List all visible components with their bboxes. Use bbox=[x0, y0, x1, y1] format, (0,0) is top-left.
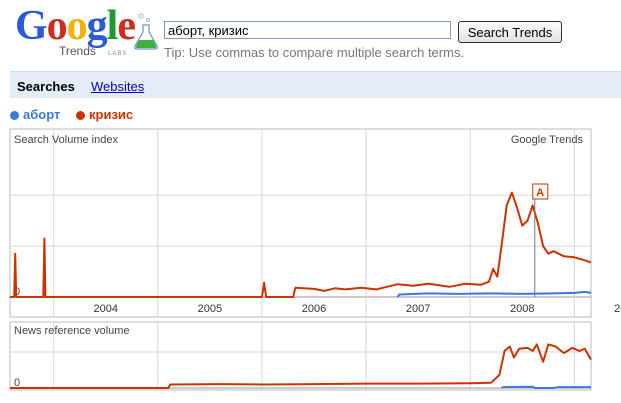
news-series-line-crisis bbox=[10, 343, 592, 389]
news-series-line-abort bbox=[501, 385, 591, 389]
x-tick-label: 2007 bbox=[406, 303, 430, 315]
x-tick-label: 2009 bbox=[614, 303, 621, 315]
x-tick-label: 2008 bbox=[510, 303, 534, 315]
annotation-a-label[interactable]: A bbox=[536, 187, 544, 199]
x-tick-label: 2006 bbox=[302, 303, 326, 315]
x-tick-label: 2005 bbox=[198, 303, 222, 315]
news-volume-title: News reference volume bbox=[14, 325, 130, 337]
search-volume-title: Search Volume index bbox=[14, 134, 118, 146]
series-line-abort bbox=[396, 290, 592, 298]
google-trends-watermark: Google Trends bbox=[511, 134, 584, 146]
x-tick-label: 2004 bbox=[94, 303, 118, 315]
trends-charts: Search Volume index Google Trends 0 2004… bbox=[9, 128, 621, 391]
series-line-crisis bbox=[10, 191, 592, 298]
